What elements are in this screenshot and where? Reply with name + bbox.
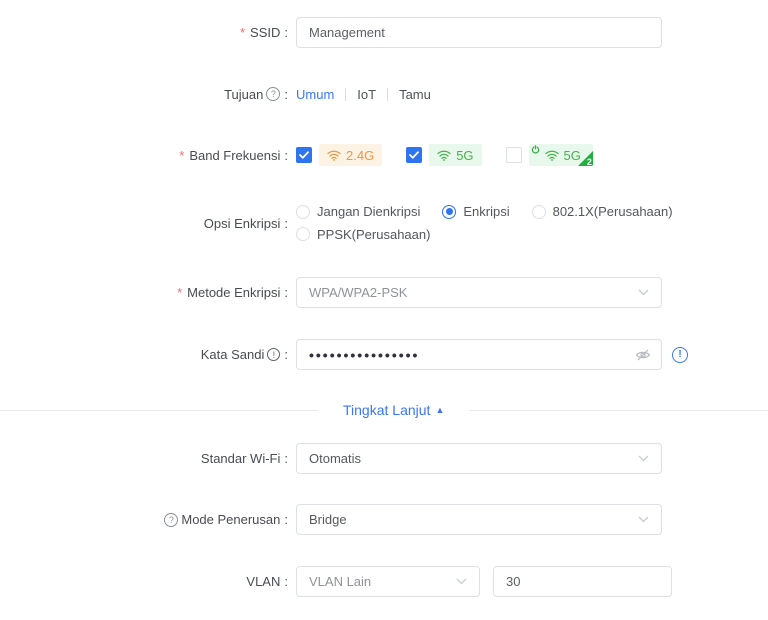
divider-line — [0, 409, 318, 411]
radio-selected-icon[interactable] — [442, 204, 457, 219]
metode-value: WPA/WPA2-PSK — [309, 285, 408, 300]
standar-wifi-select[interactable]: Otomatis — [296, 443, 662, 474]
chevron-down-icon — [638, 516, 649, 523]
standar-label: Standar Wi-Fi : — [200, 451, 288, 466]
radio-enkripsi[interactable]: Enkripsi — [442, 204, 510, 219]
eye-off-icon[interactable] — [635, 348, 651, 361]
mode-penerusan-select[interactable]: Bridge — [296, 504, 662, 535]
band-5g2-group: 5G 2 — [505, 144, 593, 166]
sandi-label: Kata Sandi ! : — [200, 347, 288, 362]
form-row-band: * Band Frekuensi : 2.4G 5G 5G 2 — [0, 142, 593, 168]
mode-value: Bridge — [309, 512, 347, 527]
standar-label-text: Standar Wi-Fi — [200, 451, 281, 466]
radio-icon[interactable] — [531, 204, 546, 219]
tujuan-option-tamu[interactable]: Tamu — [399, 87, 431, 102]
band-5g-checkbox[interactable] — [406, 147, 423, 163]
chevron-down-icon — [456, 578, 467, 584]
opsi-label-text: Opsi Enkripsi — [203, 215, 281, 231]
band-24g-checkbox[interactable] — [296, 147, 312, 163]
required-asterisk: * — [177, 285, 183, 300]
chevron-down-icon — [638, 455, 649, 462]
vlan-select[interactable]: VLAN Lain — [296, 565, 480, 597]
wifi-icon — [437, 150, 451, 161]
band-5g2-checkbox[interactable] — [505, 147, 522, 163]
tujuan-label-text: Tujuan — [224, 86, 264, 102]
band-label-text: Band Frekuensi — [189, 147, 281, 163]
ssid-label: * SSID : — [239, 25, 288, 40]
mode-label-text: Mode Penerusan — [181, 512, 281, 527]
band-label: * Band Frekuensi : — [179, 147, 288, 163]
required-asterisk: * — [239, 25, 246, 40]
ssid-input[interactable] — [296, 17, 662, 48]
advanced-divider: Tingkat Lanjut ▲ — [0, 400, 768, 420]
collapse-arrow-icon: ▲ — [435, 405, 445, 415]
password-input[interactable] — [296, 339, 662, 370]
form-row-mode: ? Mode Penerusan : Bridge — [0, 504, 662, 535]
wifi-settings-form: * SSID : Tujuan ? : Umum IoT Tamu * Band… — [0, 0, 768, 620]
band-5g-group: 5G — [406, 144, 482, 166]
check-icon — [409, 151, 420, 159]
divider — [387, 87, 389, 101]
band-5g2-sub: 2 — [586, 157, 592, 166]
tujuan-option-umum[interactable]: Umum — [296, 87, 334, 102]
radio-icon[interactable] — [296, 204, 310, 219]
vlan-label-text: VLAN — [246, 573, 281, 589]
help-icon[interactable]: ? — [266, 87, 281, 101]
info-icon[interactable]: ! — [267, 348, 281, 361]
band-5g-text: 5G — [456, 147, 474, 163]
sandi-label-text: Kata Sandi — [200, 347, 265, 362]
form-row-metode: * Metode Enkripsi : WPA/WPA2-PSK — [0, 277, 662, 308]
form-row-tujuan: Tujuan ? : Umum IoT Tamu — [0, 84, 431, 104]
band-5g-badge[interactable]: 5G — [429, 144, 482, 166]
form-row-standar: Standar Wi-Fi : Otomatis — [0, 443, 662, 474]
metode-enkripsi-select[interactable]: WPA/WPA2-PSK — [296, 277, 662, 308]
band-24g-group: 2.4G — [296, 144, 383, 166]
metode-label: * Metode Enkripsi : — [177, 285, 288, 300]
band-5g2-badge[interactable]: 5G 2 — [528, 144, 593, 166]
opsi-label: Opsi Enkripsi : — [203, 215, 288, 231]
vlan-label: VLAN : — [246, 573, 288, 589]
power-off-icon — [531, 145, 539, 154]
metode-label-text: Metode Enkripsi — [187, 285, 281, 300]
vlan-select-value: VLAN Lain — [309, 573, 372, 589]
required-asterisk: * — [179, 147, 185, 163]
form-row-sandi: Kata Sandi ! : ! — [0, 339, 688, 370]
mode-label: ? Mode Penerusan : — [0, 504, 288, 535]
tujuan-option-iot[interactable]: IoT — [357, 87, 376, 102]
form-row-vlan: VLAN : VLAN Lain — [0, 565, 672, 597]
help-icon[interactable]: ? — [164, 512, 179, 527]
standar-value: Otomatis — [309, 451, 362, 466]
password-info-icon[interactable]: ! — [672, 346, 688, 363]
divider-line — [469, 409, 768, 411]
vlan-id-input[interactable] — [493, 565, 672, 597]
wifi-icon — [544, 150, 559, 161]
check-icon — [299, 151, 309, 159]
radio-ppsk[interactable]: PPSK(Perusahaan) — [296, 227, 430, 242]
advanced-toggle[interactable]: Tingkat Lanjut ▲ — [343, 402, 444, 418]
ssid-label-text: SSID — [250, 25, 281, 40]
band-24g-badge[interactable]: 2.4G — [319, 144, 383, 166]
radio-jangan-dienkripsi[interactable]: Jangan Dienkripsi — [296, 204, 420, 219]
form-row-ssid: * SSID : — [0, 17, 662, 48]
tujuan-label: Tujuan ? : — [224, 86, 288, 102]
band-24g-text: 2.4G — [346, 147, 375, 163]
chevron-down-icon — [638, 289, 649, 296]
radio-icon[interactable] — [296, 227, 310, 242]
form-row-opsi: Opsi Enkripsi : Jangan Dienkripsi Enkrip… — [0, 202, 673, 244]
divider — [345, 87, 347, 101]
radio-8021x[interactable]: 802.1X(Perusahaan) — [531, 204, 673, 219]
wifi-icon — [327, 150, 341, 161]
